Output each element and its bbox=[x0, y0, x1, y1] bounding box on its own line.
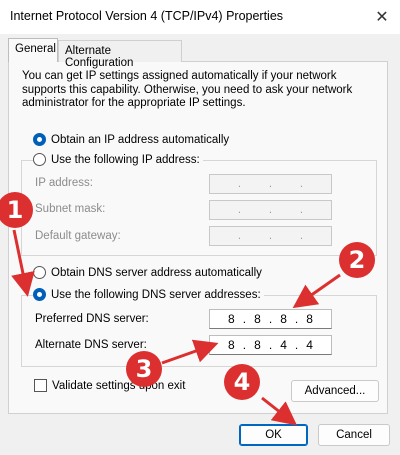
validate-settings-checkbox-row[interactable]: Validate settings upon exit bbox=[34, 379, 185, 392]
validate-settings-checkbox[interactable] bbox=[34, 379, 47, 392]
annotation-badge-4: 4 bbox=[224, 364, 260, 400]
ip-address-label: IP address: bbox=[35, 177, 93, 189]
tab-alternate-configuration[interactable]: Alternate Configuration bbox=[58, 40, 182, 69]
title-bar: Internet Protocol Version 4 (TCP/IPv4) P… bbox=[0, 0, 400, 34]
radio-button-checked[interactable] bbox=[33, 288, 46, 301]
use-following-dns-label: Use the following DNS server addresses: bbox=[51, 288, 261, 301]
alternate-dns-label: Alternate DNS server: bbox=[35, 339, 147, 351]
default-gateway-field: ... bbox=[209, 226, 332, 246]
ok-button[interactable]: OK bbox=[239, 424, 308, 446]
subnet-mask-field: ... bbox=[209, 200, 332, 220]
obtain-ip-auto-radio[interactable]: Obtain an IP address automatically bbox=[33, 133, 229, 146]
tab-general[interactable]: General bbox=[8, 38, 58, 62]
obtain-ip-auto-label: Obtain an IP address automatically bbox=[51, 133, 230, 146]
obtain-dns-auto-radio[interactable]: Obtain DNS server address automatically bbox=[33, 266, 262, 279]
cancel-button[interactable]: Cancel bbox=[318, 424, 390, 446]
annotation-badge-3: 3 bbox=[126, 351, 162, 387]
annotation-badge-2: 2 bbox=[339, 242, 375, 278]
window-title: Internet Protocol Version 4 (TCP/IPv4) P… bbox=[10, 9, 284, 23]
preferred-dns-label: Preferred DNS server: bbox=[35, 313, 149, 325]
radio-button-checked[interactable] bbox=[33, 133, 46, 146]
intro-text: You can get IP settings assigned automat… bbox=[22, 70, 353, 109]
close-icon[interactable]: ✕ bbox=[364, 0, 400, 34]
subnet-mask-label: Subnet mask: bbox=[35, 203, 106, 215]
preferred-dns-field[interactable]: 8. 8. 8. 8 bbox=[209, 309, 332, 329]
default-gateway-label: Default gateway: bbox=[35, 230, 121, 242]
radio-button-unchecked[interactable] bbox=[33, 153, 46, 166]
use-following-ip-label: Use the following IP address: bbox=[51, 153, 200, 166]
validate-settings-label: Validate settings upon exit bbox=[52, 379, 186, 392]
use-following-ip-radio[interactable]: Use the following IP address: bbox=[33, 153, 203, 166]
radio-button-unchecked[interactable] bbox=[33, 266, 46, 279]
ip-address-field: ... bbox=[209, 174, 332, 194]
dns-server-group bbox=[21, 295, 377, 367]
advanced-button[interactable]: Advanced... bbox=[291, 380, 379, 402]
obtain-dns-auto-label: Obtain DNS server address automatically bbox=[51, 266, 262, 279]
use-following-dns-radio[interactable]: Use the following DNS server addresses: bbox=[33, 288, 264, 301]
alternate-dns-field[interactable]: 8. 8. 4. 4 bbox=[209, 335, 332, 355]
